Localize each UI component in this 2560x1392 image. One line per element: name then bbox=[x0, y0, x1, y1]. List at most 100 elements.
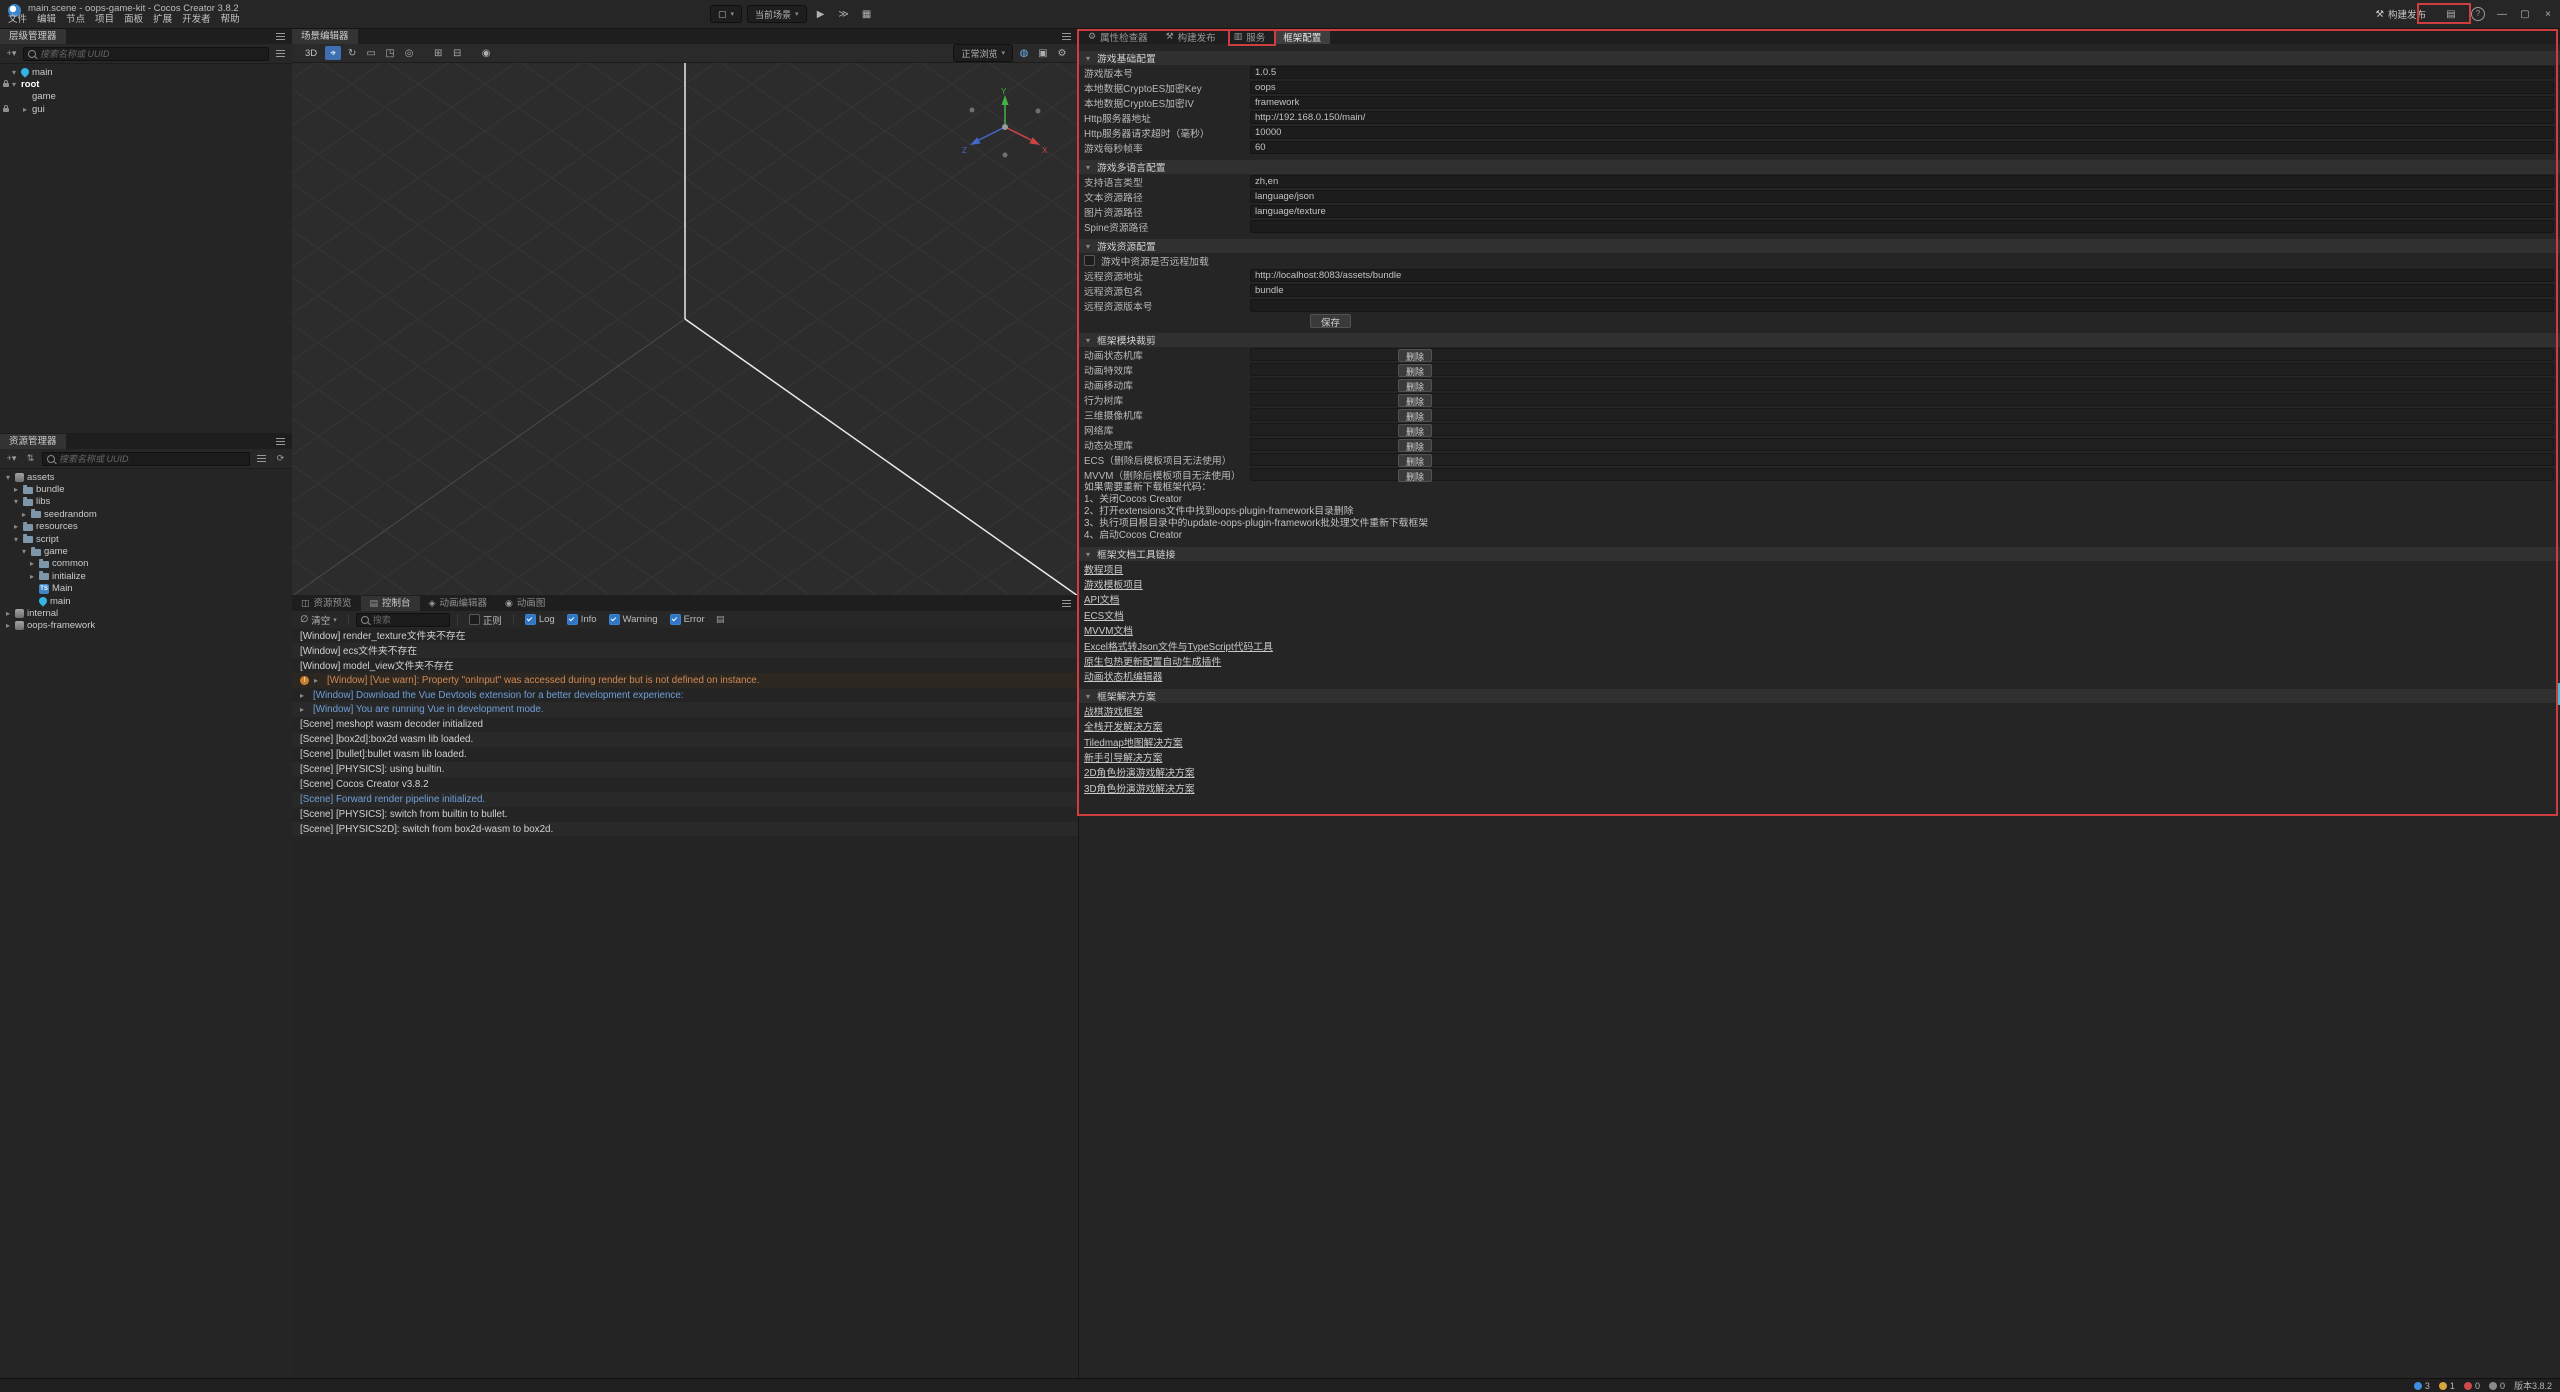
console-line[interactable]: [Scene] meshopt wasm decoder initialized bbox=[292, 717, 1078, 732]
tab-services[interactable]: ▥服务 bbox=[1225, 29, 1275, 44]
tab-hierarchy[interactable]: 层级管理器 bbox=[0, 29, 66, 44]
sort-icon[interactable]: ⇅ bbox=[23, 452, 38, 465]
pivot-tool-icon[interactable]: ◎ bbox=[401, 46, 417, 60]
asset-node-game[interactable]: ▾game bbox=[0, 545, 292, 557]
tab-property-inspector[interactable]: ⚙属性检查器 bbox=[1079, 29, 1157, 44]
link-tactics-framework[interactable]: 战棋游戏框架 bbox=[1084, 704, 1143, 718]
delete-behavior-tree-button[interactable]: 删除 bbox=[1398, 394, 1432, 407]
panel-menu-icon[interactable] bbox=[1062, 603, 1071, 604]
delete-animation-move-button[interactable]: 删除 bbox=[1398, 379, 1432, 392]
property-input-crypto-key[interactable] bbox=[1250, 81, 2554, 94]
tab-assets-preview[interactable]: ◫资源预览 bbox=[292, 596, 361, 611]
expand-arrow-icon[interactable]: ▸ bbox=[21, 105, 29, 114]
expand-arrow-icon[interactable]: ▸ bbox=[20, 510, 28, 519]
checkbox-remote-load[interactable] bbox=[1084, 255, 1095, 266]
collapse-arrow-icon[interactable]: ▾ bbox=[12, 497, 20, 506]
asset-node-seedrandom[interactable]: ▸seedrandom bbox=[0, 508, 292, 520]
expand-arrow-icon[interactable]: ▸ bbox=[4, 609, 12, 618]
filter-log[interactable]: Log bbox=[521, 614, 559, 625]
menu-item-help[interactable]: 帮助 bbox=[216, 13, 245, 27]
property-input-texture-path[interactable] bbox=[1250, 205, 2554, 218]
collapse-arrow-icon[interactable]: ▾ bbox=[12, 535, 20, 544]
view-mode-dropdown[interactable]: 正常浏览 ▾ bbox=[953, 44, 1013, 62]
tab-build[interactable]: ⚒构建发布 bbox=[1157, 29, 1225, 44]
delete-animator-button[interactable]: 删除 bbox=[1398, 349, 1432, 362]
property-input-text-path[interactable] bbox=[1250, 190, 2554, 203]
link-rpg3d-solution[interactable]: 3D角色扮演游戏解决方案 bbox=[1084, 781, 1195, 795]
property-input-version[interactable] bbox=[1250, 66, 2554, 79]
menu-item-node[interactable]: 节点 bbox=[61, 13, 90, 27]
delete-network-button[interactable]: 删除 bbox=[1398, 424, 1432, 437]
add-asset-button[interactable]: +▾ bbox=[4, 452, 19, 465]
collapse-arrow-icon[interactable]: ▾ bbox=[10, 68, 18, 77]
expand-arrow-icon[interactable]: ▸ bbox=[12, 485, 20, 494]
property-input-fps[interactable] bbox=[1250, 141, 2554, 154]
filter-icon[interactable] bbox=[273, 47, 288, 60]
lighting-icon[interactable]: ◍ bbox=[1016, 46, 1032, 60]
section-header-framework-solutions[interactable]: ▾框架解决方案 bbox=[1079, 689, 2560, 703]
clear-console-button[interactable]: ∅ 清空 ▾ bbox=[296, 613, 341, 627]
delete-ecs-button[interactable]: 删除 bbox=[1398, 454, 1432, 467]
link-tutorial-project[interactable]: 教程项目 bbox=[1084, 562, 1123, 576]
snap-grid-icon[interactable]: ⊞ bbox=[430, 46, 446, 60]
property-input-spine-path[interactable] bbox=[1250, 220, 2554, 233]
play-button[interactable]: ▶ bbox=[812, 6, 830, 22]
asset-node-oops-framework[interactable]: ▸oops-framework bbox=[0, 620, 292, 632]
expand-arrow-icon[interactable]: ▸ bbox=[12, 522, 20, 531]
rotate-tool-icon[interactable]: ↻ bbox=[344, 46, 360, 60]
coordinate-space-icon[interactable]: ◉ bbox=[478, 46, 494, 60]
gear-icon[interactable]: ⚙ bbox=[1054, 46, 1070, 60]
filter-icon[interactable] bbox=[254, 452, 269, 465]
camera-icon[interactable]: ▣ bbox=[1035, 46, 1051, 60]
preview-image-icon[interactable]: ▤ bbox=[2442, 6, 2460, 22]
scene-viewport[interactable]: Y X Z bbox=[292, 63, 1078, 595]
hierarchy-node-root[interactable]: ▾root bbox=[0, 78, 292, 90]
hierarchy-node-main[interactable]: ▾main bbox=[0, 66, 292, 78]
console-line[interactable]: !▸[Window] [Vue warn]: Property "onInput… bbox=[292, 673, 1078, 688]
console-line[interactable]: [Scene] [box2d]:box2d wasm lib loaded. bbox=[292, 732, 1078, 747]
tab-console[interactable]: ▤控制台 bbox=[361, 596, 420, 611]
menu-item-file[interactable]: 文件 bbox=[3, 13, 32, 27]
link-excel-tool[interactable]: Excel格式转Json文件与TypeScript代码工具 bbox=[1084, 639, 1273, 653]
scene-selector-dropdown[interactable]: 当前场景 ▾ bbox=[747, 5, 807, 23]
property-input-http-server[interactable] bbox=[1250, 111, 2554, 124]
link-animator-editor[interactable]: 动画状态机编辑器 bbox=[1084, 669, 1162, 683]
console-line[interactable]: ▸[Window] Download the Vue Devtools exte… bbox=[292, 688, 1078, 703]
link-hot-update-plugin[interactable]: 原生包热更新配置自动生成插件 bbox=[1084, 654, 1221, 668]
collapse-arrow-icon[interactable]: ▾ bbox=[4, 473, 12, 482]
console-line[interactable]: [Window] ecs文件夹不存在 bbox=[292, 643, 1078, 658]
panel-menu-icon[interactable] bbox=[276, 36, 285, 37]
hierarchy-node-game[interactable]: game bbox=[0, 91, 292, 103]
collapse-arrow-icon[interactable]: ▾ bbox=[10, 80, 18, 89]
close-button[interactable]: × bbox=[2542, 9, 2554, 20]
scale-tool-icon[interactable]: ◳ bbox=[382, 46, 398, 60]
expand-arrow-icon[interactable]: ▸ bbox=[300, 705, 308, 714]
section-header-game-language-config[interactable]: ▾游戏多语言配置 bbox=[1079, 160, 2560, 174]
asset-node-script[interactable]: ▾script bbox=[0, 533, 292, 545]
expand-arrow-icon[interactable]: ▸ bbox=[28, 572, 36, 581]
snap-object-icon[interactable]: ⊟ bbox=[449, 46, 465, 60]
hierarchy-search-input[interactable] bbox=[40, 49, 264, 59]
tab-framework-config[interactable]: 框架配置 bbox=[1274, 29, 1330, 44]
save-button[interactable]: 保存 bbox=[1310, 314, 1351, 328]
asset-node-common[interactable]: ▸common bbox=[0, 558, 292, 570]
link-guide-solution[interactable]: 新手引导解决方案 bbox=[1084, 750, 1162, 764]
link-ecs-docs[interactable]: ECS文档 bbox=[1084, 608, 1124, 622]
asset-node-internal[interactable]: ▸internal bbox=[0, 607, 292, 619]
asset-node-bundle[interactable]: ▸bundle bbox=[0, 483, 292, 495]
delete-camera-3d-button[interactable]: 删除 bbox=[1398, 409, 1432, 422]
menu-item-edit[interactable]: 编辑 bbox=[32, 13, 61, 27]
console-search-input[interactable] bbox=[373, 615, 445, 625]
regex-checkbox[interactable] bbox=[469, 614, 480, 625]
section-header-framework-module-trim[interactable]: ▾框架模块裁剪 bbox=[1079, 333, 2560, 347]
expand-arrow-icon[interactable]: ▸ bbox=[300, 691, 308, 700]
console-line[interactable]: [Scene] Forward render pipeline initiali… bbox=[292, 792, 1078, 807]
console-line[interactable]: ▸[Window] You are running Vue in develop… bbox=[292, 702, 1078, 717]
help-icon[interactable]: ? bbox=[2471, 7, 2485, 21]
filter-warning[interactable]: Warning bbox=[605, 614, 662, 625]
tab-assets[interactable]: 资源管理器 bbox=[0, 434, 66, 449]
mode-3d-toggle[interactable]: 3D bbox=[300, 48, 322, 59]
warning-count[interactable]: 1 bbox=[2439, 1381, 2455, 1391]
section-header-game-basic-config[interactable]: ▾游戏基础配置 bbox=[1079, 51, 2560, 65]
asset-node-libs[interactable]: ▾libs bbox=[0, 496, 292, 508]
